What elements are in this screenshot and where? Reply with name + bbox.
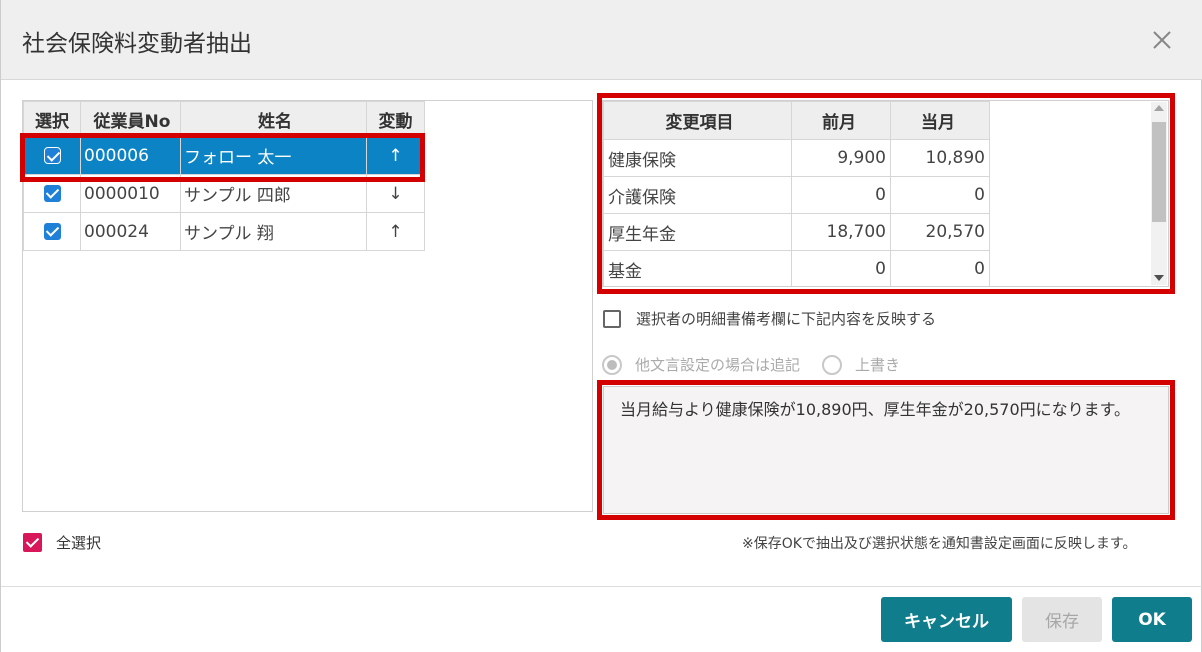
reflect-checkbox[interactable] xyxy=(603,309,621,328)
dialog-header: 社会保険料変動者抽出 xyxy=(1,0,1202,80)
table-row: 基金 0 0 xyxy=(603,250,990,286)
header-select[interactable]: 選択 xyxy=(23,101,81,137)
curr-value: 0 xyxy=(890,176,990,214)
close-icon[interactable] xyxy=(1147,25,1177,55)
table-row[interactable]: 000006 フォロー 太一 ↑ xyxy=(23,136,425,175)
header-change-item: 変更項目 xyxy=(603,101,792,140)
header-change[interactable]: 変動 xyxy=(366,101,425,137)
employee-no: 000006 xyxy=(80,136,181,175)
radio-overwrite[interactable] xyxy=(822,354,843,375)
change-item: 介護保険 xyxy=(603,176,792,214)
select-all-checkbox[interactable] xyxy=(23,533,42,552)
table-row[interactable]: 0000010 サンプル 四郎 ↓ xyxy=(23,174,425,213)
change-table-scrollbar[interactable] xyxy=(1151,102,1167,285)
employee-table-panel: 選択 従業員No 姓名 変動 000006 フォロー 太一 ↑ 0000010 … xyxy=(22,100,593,512)
select-all-label: 全選択 xyxy=(56,534,102,552)
table-row: 介護保険 0 0 xyxy=(603,176,990,214)
arrow-up-icon: ↑ xyxy=(366,136,425,175)
scroll-up-icon[interactable] xyxy=(1154,105,1164,111)
employee-name: サンプル 翔 xyxy=(180,212,367,251)
curr-value: 10,890 xyxy=(890,139,990,177)
prev-value: 18,700 xyxy=(791,213,891,251)
dialog-title: 社会保険料変動者抽出 xyxy=(22,31,252,57)
change-item: 厚生年金 xyxy=(603,213,792,251)
scroll-down-icon[interactable] xyxy=(1154,275,1164,281)
employee-table: 選択 従業員No 姓名 変動 000006 フォロー 太一 ↑ 0000010 … xyxy=(23,101,425,251)
table-row: 健康保険 9,900 10,890 xyxy=(603,139,990,177)
radio-overwrite-label: 上書き xyxy=(855,356,901,374)
curr-value: 0 xyxy=(890,250,990,286)
scroll-thumb[interactable] xyxy=(1152,122,1166,222)
save-button[interactable]: 保存 xyxy=(1022,597,1102,642)
radio-append-label: 他文言設定の場合は追記 xyxy=(635,356,801,374)
table-row: 厚生年金 18,700 20,570 xyxy=(603,213,990,251)
employee-name: サンプル 四郎 xyxy=(180,174,367,213)
row-checkbox[interactable] xyxy=(43,223,61,240)
header-employee-no[interactable]: 従業員No xyxy=(80,101,181,137)
row-checkbox[interactable] xyxy=(43,147,61,164)
cancel-button[interactable]: キャンセル xyxy=(881,597,1012,642)
select-all[interactable]: 全選択 xyxy=(23,532,101,553)
change-item: 基金 xyxy=(603,250,792,286)
curr-value: 20,570 xyxy=(890,213,990,251)
table-row[interactable]: 000024 サンプル 翔 ↑ xyxy=(23,212,425,251)
header-name[interactable]: 姓名 xyxy=(180,101,367,137)
dialog: 社会保険料変動者抽出 選択 従業員No 姓名 変動 000006 フォロー 太一 xyxy=(0,0,1202,652)
employee-name: フォロー 太一 xyxy=(180,136,367,175)
header-curr-month: 当月 xyxy=(890,101,990,140)
change-table: 変更項目 前月 当月 健康保険 9,900 10,890 介護保険 0 0 厚生… xyxy=(603,101,990,286)
arrow-up-icon: ↑ xyxy=(366,212,425,251)
employee-no: 0000010 xyxy=(80,174,181,213)
ok-button[interactable]: OK xyxy=(1112,597,1192,642)
change-table-panel: 変更項目 前月 当月 健康保険 9,900 10,890 介護保険 0 0 厚生… xyxy=(602,100,1169,287)
change-item: 健康保険 xyxy=(603,139,792,177)
row-checkbox[interactable] xyxy=(43,185,61,202)
message-textarea[interactable]: 当月給与より健康保険が10,890円、厚生年金が20,570円になります。 xyxy=(603,386,1169,514)
footnote: ※保存OKで抽出及び選択状態を通知書設定画面に反映します。 xyxy=(742,536,1137,552)
prev-value: 0 xyxy=(791,176,891,214)
prev-value: 0 xyxy=(791,250,891,286)
footer-divider xyxy=(1,586,1202,587)
arrow-down-icon: ↓ xyxy=(366,174,425,213)
header-prev-month: 前月 xyxy=(791,101,891,140)
radio-append[interactable] xyxy=(602,354,622,375)
reflect-option[interactable]: 選択者の明細書備考欄に下記内容を反映する xyxy=(603,308,936,329)
prev-value: 9,900 xyxy=(791,139,891,177)
employee-no: 000024 xyxy=(80,212,181,251)
reflect-label: 選択者の明細書備考欄に下記内容を反映する xyxy=(636,310,937,328)
radio-group: 他文言設定の場合は追記 上書き xyxy=(602,354,922,375)
